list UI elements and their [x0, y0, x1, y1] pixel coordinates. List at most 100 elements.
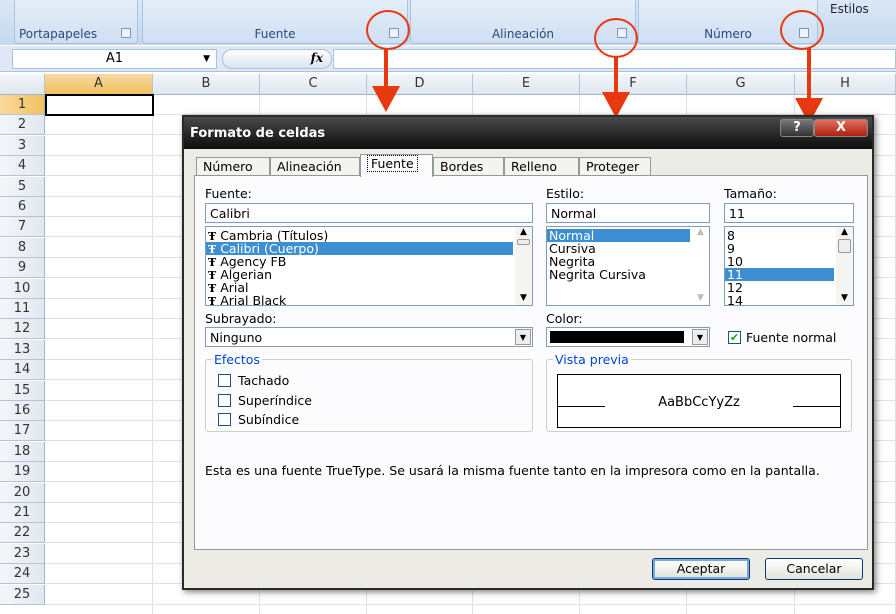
style-input[interactable]: Normal: [546, 203, 710, 223]
group-label: Portapapeles: [19, 27, 98, 41]
arrow: [807, 48, 811, 100]
row-header-14[interactable]: 14: [0, 360, 45, 381]
highlight-circle: [366, 10, 410, 50]
row-header-21[interactable]: 21: [0, 503, 45, 523]
truetype-icon: Ŧ: [208, 295, 217, 306]
color-select[interactable]: ▼: [546, 327, 710, 347]
column-header-E[interactable]: E: [473, 74, 580, 95]
chevron-down-icon[interactable]: ▼: [515, 329, 531, 345]
style-label: Estilo:: [546, 186, 585, 201]
row-header-18[interactable]: 18: [0, 441, 45, 462]
scrollbar[interactable]: ▲ ▼: [836, 227, 853, 305]
effects-legend: Efectos: [212, 352, 262, 367]
row-header-9[interactable]: 9: [0, 258, 45, 279]
tab-relleno[interactable]: Relleno: [504, 157, 579, 176]
dialog-title-bar: Formato de celdas ? X: [184, 117, 872, 149]
arrow: [384, 48, 388, 88]
effects-group: Efectos Tachado Superíndice Subíndice: [205, 352, 533, 432]
row-header-1[interactable]: 1: [0, 95, 45, 115]
column-header-G[interactable]: G: [687, 74, 795, 95]
item-label: Arial Black: [220, 293, 287, 306]
fx-icon[interactable]: fx: [311, 51, 323, 65]
row-header-24[interactable]: 24: [0, 564, 45, 585]
tab-número[interactable]: Número: [196, 157, 270, 176]
underline-label: Subrayado:: [205, 311, 277, 326]
size-input[interactable]: 11: [724, 203, 854, 223]
tab-proteger[interactable]: Proteger: [579, 157, 651, 176]
help-button[interactable]: ?: [780, 119, 814, 137]
formula-tools: fx: [222, 49, 332, 69]
row-header-7[interactable]: 7: [0, 217, 45, 238]
column-header-B[interactable]: B: [153, 74, 260, 95]
truetype-note: Esta es una fuente TrueType. Se usará la…: [205, 463, 820, 478]
row-header-16[interactable]: 16: [0, 401, 45, 421]
row-header-13[interactable]: 13: [0, 339, 45, 360]
normal-font-checkbox[interactable]: ✔: [728, 331, 741, 344]
dialog-title: Formato de celdas: [190, 126, 326, 141]
format-cells-dialog: Formato de celdas ? X Número Alineación Fu…: [182, 115, 874, 590]
preview-text: AaBbCcYyZz: [658, 395, 740, 410]
help-icon: ?: [793, 120, 801, 135]
scrollbar[interactable]: ▲ ▼: [515, 227, 532, 305]
row-header-15[interactable]: 15: [0, 380, 45, 401]
scrollbar[interactable]: ▲ ▼: [692, 227, 709, 305]
tab-bordes[interactable]: Bordes: [433, 157, 504, 176]
row-header-8[interactable]: 8: [0, 237, 45, 258]
preview-box: AaBbCcYyZz: [557, 374, 841, 428]
row-header-22[interactable]: 22: [0, 523, 45, 544]
row-header-10[interactable]: 10: [0, 278, 45, 299]
tab-label: Proteger: [586, 159, 640, 174]
column-header-C[interactable]: C: [260, 74, 367, 95]
size-list-item[interactable]: 8: [725, 229, 834, 242]
row-header-23[interactable]: 23: [0, 543, 45, 564]
font-tab-panel: Fuente: Calibri Ŧ Cambria (Títulos) Ŧ Calib…: [194, 175, 868, 550]
cancel-button[interactable]: Cancelar: [765, 558, 863, 580]
tab-label: Relleno: [511, 159, 558, 174]
dialog-launcher-icon[interactable]: [121, 28, 131, 38]
size-list[interactable]: 8 9 10 11 12 14 ▲ ▼: [724, 226, 854, 306]
row-header-3[interactable]: 3: [0, 135, 45, 156]
row-header-11[interactable]: 11: [0, 299, 45, 319]
ribbon-styles-partial[interactable]: Estilos: [830, 2, 869, 16]
tab-fuente[interactable]: Fuente: [360, 154, 433, 177]
close-button[interactable]: X: [814, 119, 868, 137]
underline-select[interactable]: Ninguno ▼: [205, 327, 533, 347]
active-cell-A1[interactable]: [45, 94, 154, 116]
font-list-item[interactable]: Ŧ Algerian: [206, 268, 513, 282]
column-header-A[interactable]: A: [45, 74, 153, 95]
row-header-5[interactable]: 5: [0, 176, 45, 197]
chevron-down-icon[interactable]: ▼: [203, 50, 210, 68]
name-box[interactable]: A1 ▼: [12, 49, 217, 69]
ribbon: Portapapeles Fuente Alineación Número Es…: [0, 0, 896, 45]
column-header-F[interactable]: F: [580, 74, 687, 95]
style-list[interactable]: Normal Cursiva Negrita Negrita Cursiva ▲ ▼: [546, 226, 710, 306]
row-header-6[interactable]: 6: [0, 197, 45, 217]
tab-label: Bordes: [440, 159, 484, 174]
row-header-19[interactable]: 19: [0, 462, 45, 483]
row-header-2[interactable]: 2: [0, 115, 45, 136]
effect-checkbox-2[interactable]: [218, 413, 231, 426]
preview-group: Vista previa AaBbCcYyZz: [546, 352, 852, 432]
effect-checkbox-1[interactable]: [218, 393, 231, 407]
effect-checkbox-0[interactable]: [218, 374, 231, 387]
font-input[interactable]: Calibri: [205, 203, 533, 223]
select-all-corner[interactable]: [0, 74, 45, 95]
font-list[interactable]: Ŧ Cambria (Títulos) Ŧ Calibri (Cuerpo) Ŧ Agen…: [205, 226, 533, 306]
ok-button[interactable]: Aceptar: [652, 558, 750, 580]
row-header-4[interactable]: 4: [0, 156, 45, 177]
style-list-item[interactable]: Negrita Cursiva: [547, 268, 690, 281]
effect-label: Superíndice: [238, 392, 312, 408]
row-header-12[interactable]: 12: [0, 319, 45, 340]
ribbon-group-clipboard: Portapapeles: [14, 0, 138, 44]
font-list-item[interactable]: Ŧ Arial Black: [206, 293, 513, 306]
row-header-17[interactable]: 17: [0, 421, 45, 442]
size-list-item[interactable]: 14: [725, 294, 834, 305]
tab-alineación[interactable]: Alineación: [270, 157, 360, 176]
chevron-down-icon[interactable]: ▼: [692, 329, 708, 345]
tab-label: Número: [203, 159, 253, 174]
row-header-20[interactable]: 20: [0, 482, 45, 503]
row-header-25[interactable]: 25: [0, 584, 45, 605]
close-icon: X: [835, 120, 847, 135]
tab-label: Alineación: [277, 159, 342, 174]
arrow-head-icon: [372, 86, 400, 112]
